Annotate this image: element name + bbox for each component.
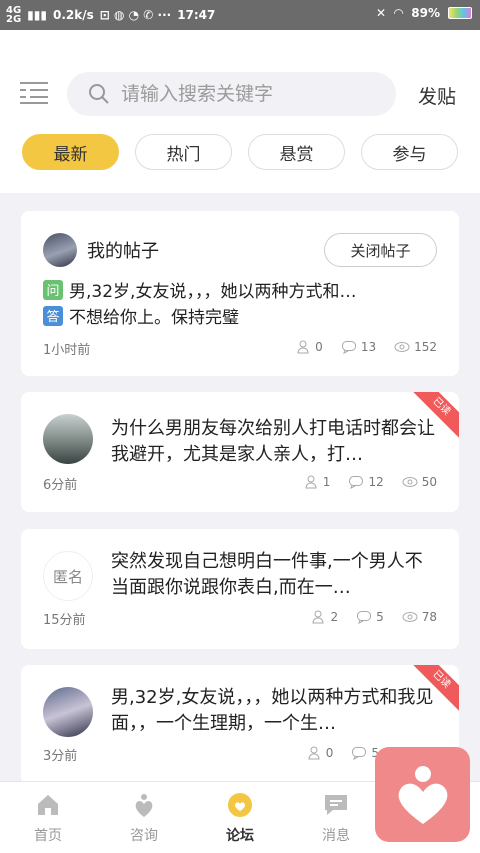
my-post-title: 我的帖子 bbox=[87, 241, 159, 262]
tab-latest[interactable]: 最新 bbox=[22, 134, 119, 170]
message-icon bbox=[325, 795, 347, 815]
post-title: 为什么男朋友每次给别人打电话时都会让我避开，尤其是家人亲人，打… bbox=[111, 418, 435, 465]
nav-label: 咨询 bbox=[130, 828, 158, 844]
post-time: 3分前 bbox=[43, 749, 78, 764]
tab-hot[interactable]: 热门 bbox=[135, 134, 232, 170]
view-icon bbox=[394, 342, 410, 352]
tab-bounty[interactable]: 悬赏 bbox=[248, 134, 345, 170]
answer-badge: 答 bbox=[43, 305, 63, 326]
view-count: 78 bbox=[421, 610, 437, 624]
notification-icon: ⊡ ◍ ◔ ✆ ··· bbox=[99, 8, 172, 22]
post-stats: 2 5 78 bbox=[310, 609, 437, 625]
network-speed: 0.2k/s bbox=[52, 8, 94, 22]
question-line: 问 男,32岁,女友说，，，她以两种方式和… bbox=[43, 277, 356, 302]
tab-participated[interactable]: 参与 bbox=[361, 134, 458, 170]
comment-icon bbox=[349, 476, 364, 489]
like-icon bbox=[305, 475, 317, 489]
post-stats: 1 12 50 bbox=[303, 474, 437, 490]
new-post-button[interactable]: 发贴 bbox=[418, 82, 456, 109]
my-post-card[interactable]: 我的帖子 关闭帖子 问 男,32岁,女友说，，，她以两种方式和… 答 不想给你上… bbox=[21, 211, 459, 376]
close-post-button[interactable]: 关闭帖子 bbox=[324, 233, 437, 267]
like-icon bbox=[312, 610, 324, 624]
answer-line: 答 不想给你上。保持完璧 bbox=[43, 303, 239, 328]
post-stats: 0 5 bbox=[306, 745, 379, 761]
post-card[interactable]: 匿名 突然发现自己想明白一件事,一个男人不当面跟你说跟你表白,而在一… 15分前… bbox=[21, 529, 459, 649]
post-card[interactable]: 已读 为什么男朋友每次给别人打电话时都会让我避开，尤其是家人亲人，打… 6分前 … bbox=[21, 392, 459, 512]
comment-count: 5 bbox=[376, 610, 384, 624]
tab-bar: 最新 热门 悬赏 参与 bbox=[0, 134, 480, 170]
post-title: 突然发现自己想明白一件事,一个男人不当面跟你说跟你表白,而在一… bbox=[111, 551, 423, 598]
heart-person-icon bbox=[398, 765, 447, 824]
nav-label: 首页 bbox=[34, 828, 62, 844]
consult-icon bbox=[135, 794, 153, 817]
view-count: 152 bbox=[414, 340, 437, 354]
forum-header: 发贴 最新 热门 悬赏 参与 bbox=[0, 30, 480, 193]
nav-label: 论坛 bbox=[226, 828, 254, 844]
avatar bbox=[43, 687, 93, 737]
comment-count: 12 bbox=[368, 475, 384, 489]
question-text: 男,32岁,女友说，，，她以两种方式和… bbox=[69, 282, 357, 302]
nav-consult[interactable]: 咨询 bbox=[96, 782, 192, 853]
post-stats: 0 13 152 bbox=[295, 339, 437, 355]
battery-percent: 89% bbox=[411, 6, 440, 20]
avatar bbox=[43, 233, 77, 267]
nav-home[interactable]: 首页 bbox=[0, 782, 96, 853]
like-icon bbox=[297, 340, 309, 354]
question-badge: 问 bbox=[43, 279, 63, 300]
like-count: 1 bbox=[322, 475, 331, 489]
floating-consult-button[interactable] bbox=[375, 747, 470, 842]
comment-icon bbox=[352, 747, 367, 760]
nav-messages[interactable]: 消息 bbox=[288, 782, 384, 853]
view-icon bbox=[402, 477, 418, 487]
comment-icon bbox=[341, 341, 356, 354]
search-box[interactable] bbox=[67, 72, 396, 116]
search-icon bbox=[89, 84, 109, 104]
menu-icon[interactable] bbox=[20, 82, 48, 104]
answer-text: 不想给你上。保持完璧 bbox=[69, 308, 239, 328]
view-count: 50 bbox=[421, 475, 437, 489]
post-title: 男,32岁,女友说，，，她以两种方式和我见面，，一个生理期，一个生… bbox=[111, 687, 434, 734]
nav-forum[interactable]: 论坛 bbox=[192, 782, 288, 853]
network-indicator: 4G 2G bbox=[6, 5, 22, 25]
signal-icon: ▮▮▮ bbox=[27, 8, 47, 22]
post-time: 6分前 bbox=[43, 478, 78, 493]
search-input[interactable] bbox=[121, 83, 371, 105]
battery-icon bbox=[448, 7, 472, 19]
post-time: 1小时前 bbox=[43, 343, 91, 358]
view-icon bbox=[402, 612, 418, 622]
home-icon bbox=[38, 795, 58, 815]
comment-icon bbox=[357, 611, 372, 624]
anonymous-avatar: 匿名 bbox=[43, 551, 93, 601]
mute-icon: ✕ bbox=[375, 6, 387, 20]
status-bar: 4G 2G ▮▮▮ 0.2k/s ⊡ ◍ ◔ ✆ ··· 17:47 ✕ ◠ 89… bbox=[0, 0, 480, 30]
wifi-icon: ◠ bbox=[394, 6, 404, 20]
forum-icon bbox=[228, 793, 252, 817]
nav-label: 消息 bbox=[322, 828, 350, 844]
post-time: 15分前 bbox=[43, 613, 86, 628]
like-icon bbox=[308, 746, 320, 760]
comment-count: 13 bbox=[360, 340, 377, 354]
like-count: 0 bbox=[315, 340, 323, 354]
clock: 17:47 bbox=[177, 8, 216, 22]
avatar bbox=[43, 414, 93, 464]
like-count: 0 bbox=[325, 746, 334, 760]
like-count: 2 bbox=[330, 610, 339, 624]
